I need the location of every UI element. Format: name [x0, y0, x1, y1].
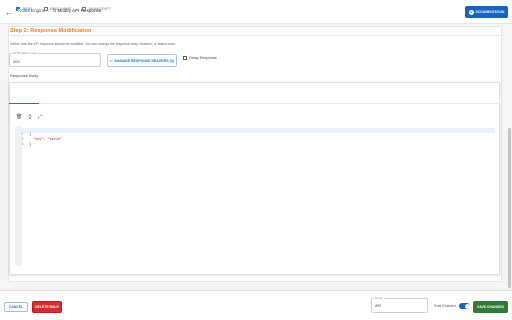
group-label: Group: [374, 296, 384, 300]
tab-javascript[interactable]: JAVASCRIPT: [82, 7, 111, 11]
active-tab-indicator: [9, 103, 39, 104]
delay-response-label: Delay Response: [189, 56, 217, 60]
manage-response-headers-button[interactable]: ‹› MANAGE RESPONSE HEADERS (0): [107, 54, 177, 67]
manage-headers-label: MANAGE RESPONSE HEADERS (0): [114, 58, 174, 63]
trash-icon[interactable]: 🗑: [16, 114, 22, 120]
tab-javascript-label: JAVASCRIPT: [88, 7, 111, 11]
tab-json-label: JSON: [22, 7, 33, 11]
documentation-label: DOCUMENTATION: [475, 10, 505, 14]
braces-icon[interactable]: {}: [27, 114, 33, 120]
save-changes-button[interactable]: SAVE CHANGES: [473, 301, 508, 313]
status-code-field[interactable]: HTTP Status Code: [9, 51, 101, 67]
checkbox-icon[interactable]: [183, 56, 187, 60]
checkbox-icon: [16, 7, 20, 11]
checkbox-icon: [82, 7, 86, 11]
status-code-input[interactable]: [13, 59, 93, 64]
rule-enabled-toggle[interactable]: [459, 303, 470, 309]
cancel-button[interactable]: CANCEL: [4, 302, 28, 312]
step-description: Define how the API response should be mo…: [10, 42, 176, 46]
delay-response-checkbox[interactable]: Delay Response: [183, 56, 217, 60]
step-title: Step 2: Response Modification: [10, 28, 92, 34]
documentation-button[interactable]: ● DOCUMENTATION: [465, 6, 508, 18]
tab-resource[interactable]: RESOURCE: [44, 7, 72, 11]
back-arrow-icon[interactable]: ←: [4, 6, 14, 18]
checkbox-icon: [44, 7, 48, 11]
code-editor[interactable]: [15, 126, 495, 266]
tab-resource-label: RESOURCE: [50, 7, 72, 11]
body-type-tabs: [9, 82, 500, 104]
status-code-label: HTTP Status Code: [12, 51, 38, 55]
documentation-icon: ●: [468, 9, 474, 15]
tab-json[interactable]: JSON: [16, 7, 32, 11]
code-line[interactable]: 3}: [15, 138, 495, 147]
code-text: }: [29, 143, 32, 147]
divider: [10, 35, 500, 36]
response-body-label: Response Body: [10, 73, 39, 78]
expand-icon[interactable]: ⤢: [37, 114, 43, 120]
rule-enabled-label: Rule Enabled: [434, 304, 456, 308]
delete-rule-button[interactable]: DELETE RULE: [32, 301, 62, 313]
group-select[interactable]: Group API: [371, 296, 428, 313]
scrollbar-thumb[interactable]: [508, 128, 511, 288]
group-value: API: [375, 304, 382, 308]
code-brackets-icon: ‹›: [110, 58, 113, 63]
